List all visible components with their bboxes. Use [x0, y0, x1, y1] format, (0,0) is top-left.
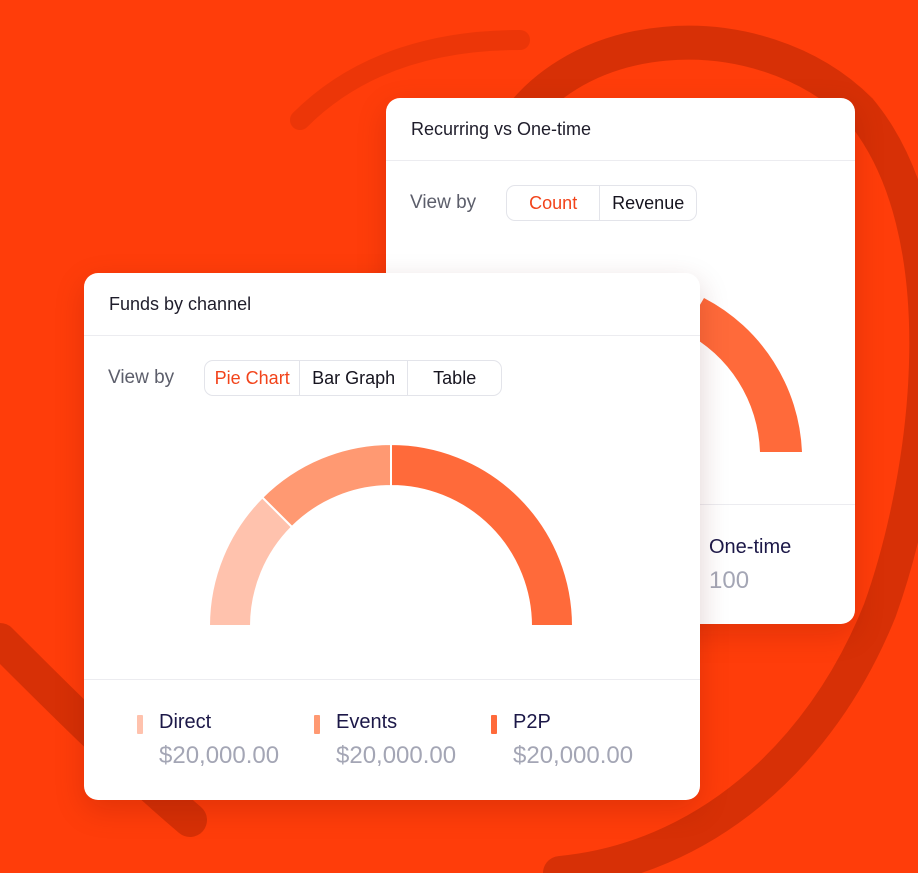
direct-swatch-icon	[137, 715, 143, 734]
segment-table[interactable]: Table	[408, 361, 501, 395]
legend-label: Direct	[159, 711, 212, 733]
funds-by-channel-card: Funds by channel View by Pie Chart Bar G…	[84, 273, 700, 800]
view-by-label: View by	[410, 192, 477, 213]
legend-value: $20,000.00	[159, 742, 280, 769]
donut-segment-events	[260, 442, 392, 529]
segment-revenue[interactable]: Revenue	[600, 186, 696, 220]
p2p-swatch-icon	[491, 715, 497, 734]
events-swatch-icon	[314, 715, 320, 734]
legend-label: P2P	[513, 711, 551, 733]
view-by-label: View by	[108, 367, 175, 388]
donut-segment-onetime	[684, 298, 802, 452]
card-title: Recurring vs One-time	[386, 98, 855, 161]
legend-value: 100	[709, 567, 750, 594]
view-by-row: View by Pie Chart Bar Graph Table	[108, 360, 503, 396]
legend-value: $20,000.00	[513, 742, 634, 769]
segment-count[interactable]: Count	[507, 186, 601, 220]
legend-label: One-time	[709, 536, 792, 558]
view-toggle: Count Revenue	[506, 185, 698, 221]
view-toggle: Pie Chart Bar Graph Table	[204, 360, 503, 396]
funds-donut-chart	[207, 442, 575, 627]
view-by-row: View by Count Revenue	[410, 185, 698, 221]
legend-divider	[84, 679, 700, 680]
donut-segment-p2p	[390, 442, 575, 627]
segment-bar-graph[interactable]: Bar Graph	[300, 361, 409, 395]
legend-label: Events	[336, 711, 398, 733]
segment-pie-chart[interactable]: Pie Chart	[205, 361, 301, 395]
donut-segment-direct	[207, 495, 294, 627]
legend-value: $20,000.00	[336, 742, 457, 769]
card-title: Funds by channel	[84, 273, 700, 336]
